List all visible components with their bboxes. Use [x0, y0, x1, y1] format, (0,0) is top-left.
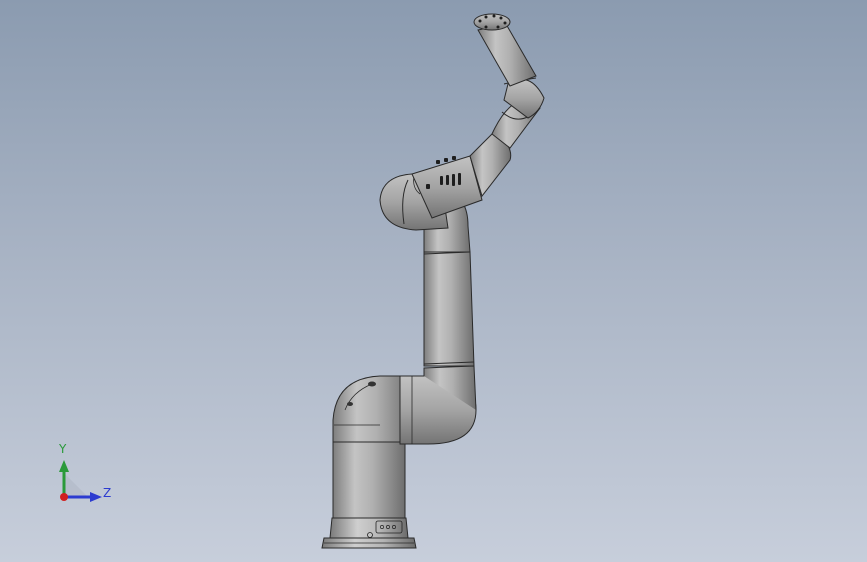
z-axis-arrow — [90, 492, 102, 502]
robot-arm-model[interactable] — [0, 0, 867, 562]
base-column — [332, 441, 406, 519]
base-flange — [321, 517, 417, 549]
graphics-viewport[interactable]: Y Z — [0, 0, 867, 562]
lower-arm-elbow — [399, 365, 477, 445]
triad-z-label: Z — [103, 486, 112, 500]
triad-plane — [64, 473, 88, 497]
y-axis-arrow — [59, 460, 69, 472]
end-effector — [473, 13, 537, 87]
x-axis-dot — [60, 493, 68, 501]
upper-arm-link — [423, 251, 475, 367]
forearm-link — [411, 129, 512, 219]
triad-y-label: Y — [59, 442, 67, 456]
wrist-joint — [491, 77, 545, 149]
